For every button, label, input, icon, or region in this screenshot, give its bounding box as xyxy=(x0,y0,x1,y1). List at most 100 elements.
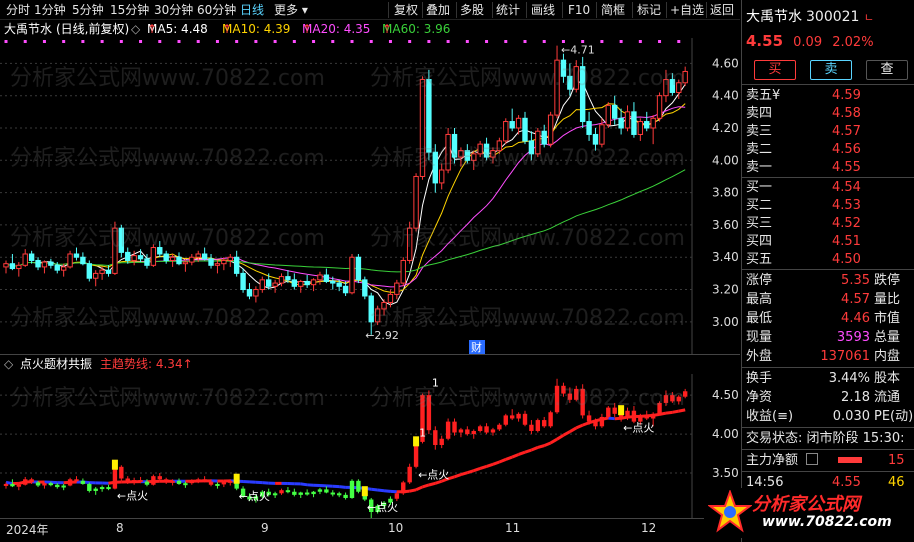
ma60-value: MA60: 3.96 xyxy=(382,22,451,36)
stat-label2: 内盘 xyxy=(874,349,901,364)
signal-dot xyxy=(600,40,604,43)
candle-body xyxy=(464,150,471,161)
simple-frame-button[interactable]: 简框 xyxy=(601,0,625,20)
indicator-candle-body xyxy=(574,388,579,400)
ask-row[interactable]: 卖一 4.55 xyxy=(742,158,914,177)
candle-body xyxy=(439,169,445,184)
ask-label: 卖二 xyxy=(746,142,773,157)
trend-line-segment xyxy=(486,462,494,468)
up-arrow-icon: ↑ xyxy=(222,22,233,36)
trend-line-segment xyxy=(434,479,443,485)
f10-button[interactable]: F10 xyxy=(568,0,590,20)
collapse-icon[interactable]: ◇ xyxy=(4,355,13,373)
back-button[interactable]: 返回 xyxy=(710,0,734,20)
indicator-candle-body xyxy=(170,480,175,483)
query-button[interactable]: 查 xyxy=(866,60,908,80)
trend-line-label: 主趋势线: 4.34↑ xyxy=(100,355,193,373)
ask-row[interactable]: 卖三 4.57 xyxy=(742,122,914,141)
bid-label: 买三 xyxy=(746,216,773,231)
period-tab-daily[interactable]: 日线 xyxy=(240,0,264,20)
stat-label: 涨停 xyxy=(746,273,773,288)
bid-row[interactable]: 买三 4.52 xyxy=(742,214,914,233)
multi-stock-button[interactable]: 多股 xyxy=(460,0,484,20)
signal-dot xyxy=(465,40,469,43)
statistics-button[interactable]: 统计 xyxy=(496,0,520,20)
period-tab-5min[interactable]: 5分钟 xyxy=(72,0,104,20)
ask-row[interactable]: 卖四 4.58 xyxy=(742,104,914,123)
period-tab-1min[interactable]: 1分钟 xyxy=(34,0,66,20)
yen-sign: ¥ xyxy=(772,88,781,103)
collapse-icon[interactable]: ◇ xyxy=(131,20,140,38)
trend-line-segment xyxy=(678,408,686,413)
signal-dot xyxy=(638,40,642,43)
period-tab-more[interactable]: 更多 ▾ xyxy=(274,0,308,20)
ask-row[interactable]: 卖二 4.56 xyxy=(742,140,914,159)
indicator-candle-body xyxy=(439,438,444,445)
indicator-name[interactable]: 点火题材共振 xyxy=(20,355,92,373)
bid-label: 买一 xyxy=(746,180,773,195)
ask-label-text: 卖五 xyxy=(746,88,773,103)
period-tab-30min[interactable]: 30分钟 xyxy=(154,0,193,20)
candle-body xyxy=(105,269,112,274)
ask-row[interactable]: 卖五¥ 4.59 xyxy=(742,86,914,105)
stat-label: 现量 xyxy=(746,330,773,345)
period-tab-60min[interactable]: 60分钟 xyxy=(197,0,236,20)
candle-body xyxy=(41,261,48,268)
ask-price: 4.55 xyxy=(832,160,861,175)
bid-row[interactable]: 买一 4.54 xyxy=(742,178,914,197)
divider xyxy=(742,84,914,85)
signal-dot xyxy=(427,40,431,43)
indicator-candle-body xyxy=(10,483,15,487)
indicator-candle-body xyxy=(465,429,470,435)
signal-dot xyxy=(139,40,143,43)
candle-body xyxy=(330,280,336,284)
mark-button[interactable]: 标记 xyxy=(637,0,661,20)
sell-button[interactable]: 卖 xyxy=(810,60,852,80)
main-kline-chart[interactable]: 4.60 4.40 4.20 4.00 3.80 3.60 3.40 3.20 3.00 ←4.7… xyxy=(0,38,740,354)
indicator-candle-body xyxy=(304,492,310,495)
trend-line-segment xyxy=(543,441,552,448)
adjust-button[interactable]: 复权 xyxy=(394,0,418,20)
indicator-candle-body xyxy=(401,482,406,494)
detail-icon[interactable] xyxy=(806,453,818,465)
period-tab-realtime[interactable]: 分时 xyxy=(6,0,30,20)
price-tick-label: 3.60 xyxy=(712,218,739,232)
signal-dot xyxy=(561,40,565,43)
indicator-chart[interactable]: 4.50 4.00 3.50 ←点火 ←点火 ←点火 ←点火 ←点火 1 1 xyxy=(0,374,740,519)
stat-label2: 股本 xyxy=(874,371,901,386)
candle-body xyxy=(471,153,477,161)
candle-body xyxy=(137,255,144,260)
up-arrow-icon: ↑ xyxy=(302,22,313,36)
trade-status-text: 交易状态: 闭市阶段 15:30: xyxy=(746,431,905,446)
divider xyxy=(742,269,914,270)
overlay-button[interactable]: 叠加 xyxy=(426,0,450,20)
indicator-candle-body xyxy=(580,388,585,416)
indicator-candle-body xyxy=(349,480,355,498)
candle-body xyxy=(573,66,579,90)
trend-line-segment xyxy=(575,423,584,430)
bid-row[interactable]: 买二 4.53 xyxy=(742,196,914,215)
bid-row[interactable]: 买五 4.50 xyxy=(742,250,914,269)
buy-button[interactable]: 买 xyxy=(754,60,796,80)
trend-line-segment xyxy=(479,464,488,470)
candle-body xyxy=(509,121,515,129)
price-tick-label: 3.00 xyxy=(712,315,739,329)
indicator-candle-body xyxy=(285,490,291,493)
ask-label: 卖一 xyxy=(746,160,773,175)
add-favorite-button[interactable]: +自选 xyxy=(670,0,704,20)
candle-body xyxy=(419,79,426,177)
stat-row: 净资 2.18 流通 xyxy=(742,388,914,407)
indicator-candle-body xyxy=(663,395,669,403)
bid-row[interactable]: 买四 4.51 xyxy=(742,232,914,251)
ask-price: 4.59 xyxy=(832,88,861,103)
trend-line-segment xyxy=(460,471,468,477)
indicator-candle-body xyxy=(644,415,649,419)
net-flow-row[interactable]: 主力净额 15 xyxy=(742,451,914,470)
indicator-candle-body xyxy=(35,482,41,486)
indicator-candle-body xyxy=(599,416,605,427)
indicator-candle-body xyxy=(343,494,348,498)
ask-price: 4.56 xyxy=(832,142,861,157)
draw-line-button[interactable]: 画线 xyxy=(531,0,555,20)
toolbar-divider xyxy=(492,2,493,18)
period-tab-15min[interactable]: 15分钟 xyxy=(110,0,149,20)
